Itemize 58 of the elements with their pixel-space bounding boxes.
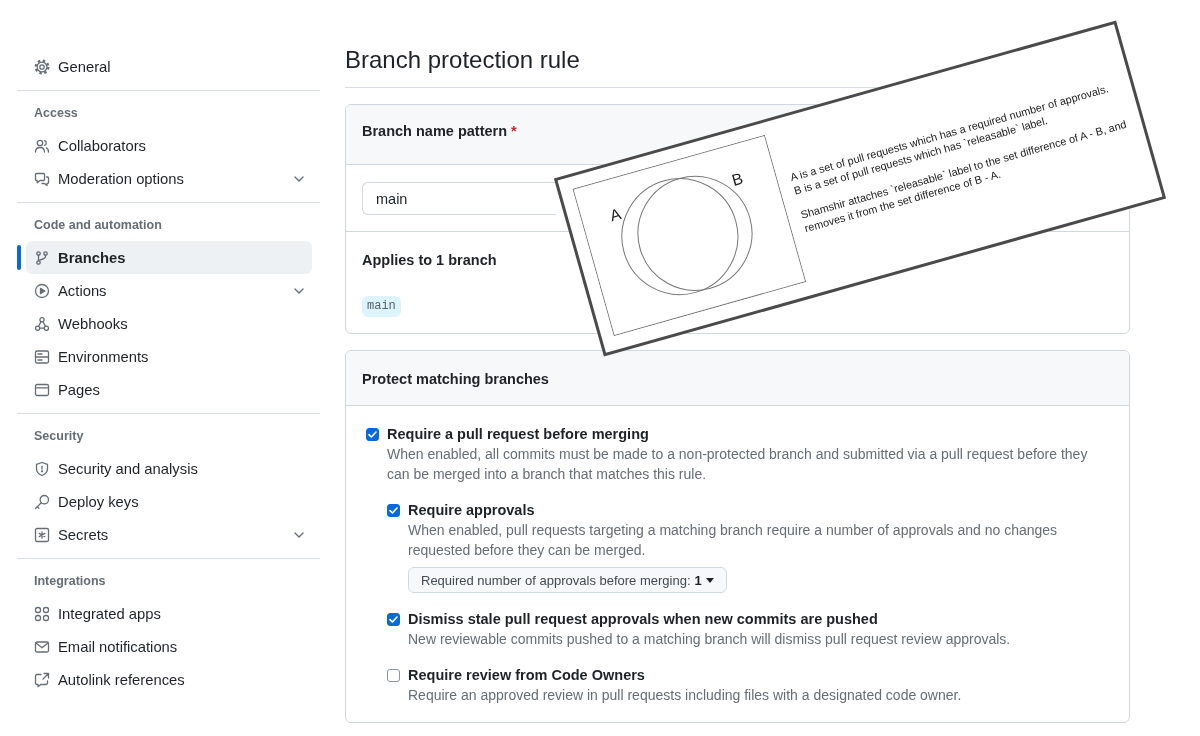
sidebar-item[interactable]: Actions bbox=[26, 274, 312, 307]
sidebar-item[interactable]: Webhooks bbox=[26, 307, 312, 340]
approvals-dropdown[interactable]: Required number of approvals before merging: 1 bbox=[408, 567, 727, 593]
sidebar-item[interactable]: Email notifications bbox=[26, 630, 312, 663]
sidebar-item[interactable]: Environments bbox=[26, 340, 312, 373]
sidebar-section-title: Security bbox=[34, 428, 84, 445]
external-link-icon bbox=[34, 671, 50, 688]
branch-tag: main bbox=[362, 296, 401, 317]
branch-icon bbox=[34, 249, 50, 266]
sidebar-item[interactable]: Pages bbox=[26, 373, 312, 406]
key-icon bbox=[34, 493, 50, 510]
grid-icon bbox=[34, 605, 50, 622]
speech-bubbles-icon bbox=[34, 170, 50, 187]
sidebar-item[interactable]: Deploy keys bbox=[26, 485, 312, 518]
caret-icon bbox=[705, 577, 714, 583]
sidebar-item[interactable]: Secrets bbox=[26, 518, 312, 551]
checkbox[interactable] bbox=[387, 612, 400, 626]
sidebar-item[interactable]: Collaborators bbox=[26, 129, 312, 162]
checkbox[interactable] bbox=[387, 503, 400, 517]
server-icon bbox=[34, 348, 50, 365]
sidebar-item[interactable]: Moderation options bbox=[26, 162, 312, 195]
rule-label: Require approvals bbox=[408, 501, 535, 520]
set-label: B bbox=[729, 169, 745, 189]
checkmark-icon bbox=[389, 506, 398, 514]
sidebar-item[interactable]: General bbox=[26, 50, 312, 83]
checkmark-icon bbox=[368, 430, 377, 438]
rule-description: Require an approved review in pull requests including files with a designated code owner. bbox=[408, 686, 962, 705]
browser-window-icon bbox=[34, 381, 50, 398]
asterisk-icon bbox=[34, 526, 50, 543]
shield-icon bbox=[34, 460, 50, 477]
sidebar-item[interactable]: Autolink references bbox=[26, 663, 312, 696]
checkbox[interactable] bbox=[366, 427, 379, 441]
sidebar-section-title: Code and automation bbox=[34, 217, 162, 234]
required-asterisk: * bbox=[511, 123, 517, 139]
rule-description: When enabled, pull requests targeting a matching branch require a number of approvals and no changes requested before they can be merged. bbox=[408, 521, 1059, 560]
branch-pattern-input[interactable]: main bbox=[362, 182, 556, 215]
set-label: A bbox=[607, 205, 623, 225]
sidebar-item[interactable]: Security and analysis bbox=[26, 452, 312, 485]
rule-description: When enabled, all commits must be made to a non-protected branch and submitted via a pull request before they can be merged into a branch that matches this rule. bbox=[387, 445, 1089, 484]
selection-bar bbox=[17, 245, 21, 270]
play-icon bbox=[34, 282, 50, 299]
rule-description: New reviewable commits pushed to a matching branch will dismiss pull request review approvals. bbox=[408, 630, 1011, 649]
checkmark-icon bbox=[389, 615, 398, 623]
applies-heading: Applies to 1 branch bbox=[362, 251, 497, 270]
people-icon bbox=[34, 137, 50, 154]
page-title: Branch protection rule bbox=[345, 45, 580, 75]
rule-label: Require review from Code Owners bbox=[408, 666, 645, 685]
field-label: Branch name pattern bbox=[362, 123, 508, 139]
rule-label: Require a pull request before merging bbox=[387, 425, 649, 444]
webhook-icon bbox=[34, 315, 50, 332]
gear-icon bbox=[34, 58, 50, 75]
sidebar-section-title: Integrations bbox=[34, 573, 106, 590]
section-title: Protect matching branches bbox=[362, 371, 549, 387]
checkbox[interactable] bbox=[387, 668, 400, 682]
sidebar-section-title: Access bbox=[34, 105, 78, 122]
sidebar-item[interactable]: Integrated apps bbox=[26, 597, 312, 630]
mail-icon bbox=[34, 638, 50, 655]
rule-label: Dismiss stale pull request approvals when new commits are pushed bbox=[408, 610, 878, 629]
